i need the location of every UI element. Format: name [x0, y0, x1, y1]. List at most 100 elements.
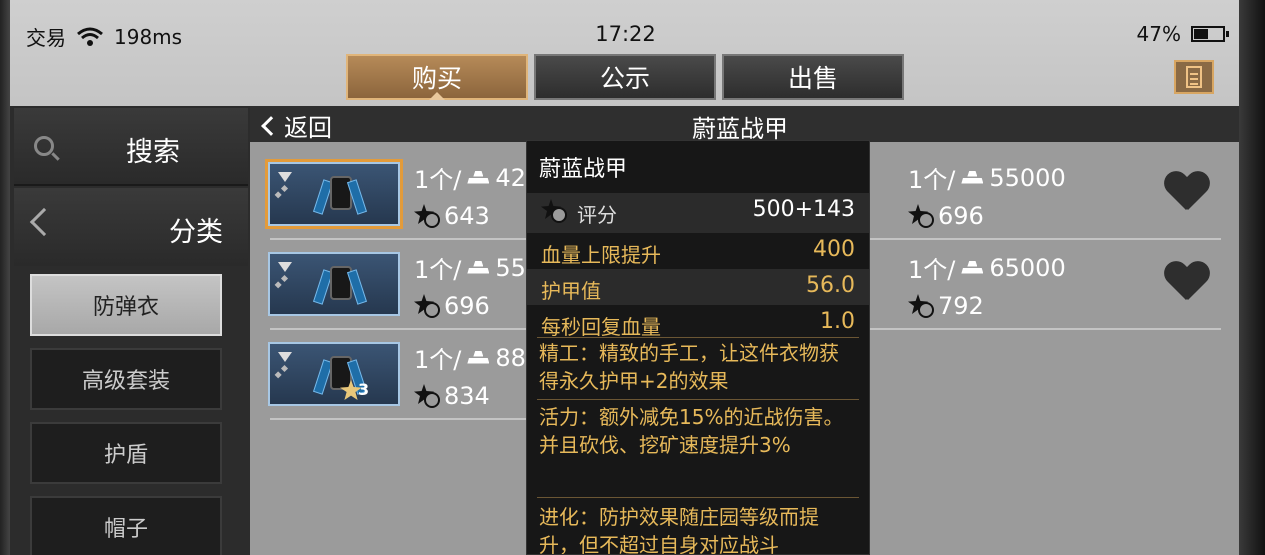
tab-announce[interactable]: 公示 [534, 54, 716, 100]
search-icon [34, 136, 54, 156]
gold-icon [961, 261, 983, 275]
trade-label: 交易 [26, 26, 66, 50]
item-thumbnail[interactable] [268, 252, 400, 316]
grade-dots-icon [280, 184, 289, 193]
armor-icon [312, 260, 368, 310]
stat-value: 1.0 [820, 309, 855, 334]
gold-icon [467, 171, 489, 185]
armor-icon [312, 170, 368, 220]
tooltip-desc-craft: 精工：精致的手工，让这件衣物获得永久护甲+2的效果 [539, 341, 839, 393]
listing-score: 643 [414, 202, 490, 230]
category-label: 分类 [169, 217, 223, 248]
listing-price: 1个/ 65000 [908, 250, 1066, 285]
listing-score: 834 [414, 382, 490, 410]
price-value: 55 [495, 253, 526, 282]
status-left: 交易 198ms [26, 22, 182, 51]
item-thumbnail[interactable] [265, 159, 403, 229]
clock: 17:22 [595, 22, 656, 46]
battery-percent: 47% [1136, 22, 1181, 46]
gold-icon [467, 351, 489, 365]
search-label: 搜索 [126, 137, 180, 168]
grade-dots-icon [280, 274, 289, 283]
tooltip-divider [537, 497, 859, 498]
quantity-text: 1个/ [414, 256, 462, 284]
score-icon [541, 199, 567, 223]
listing-price: 1个/ 88 [414, 340, 526, 375]
back-button[interactable]: 返回 [258, 108, 332, 143]
stat-value: 56.0 [806, 273, 855, 298]
main-header: 返回 蔚蓝战甲 [250, 106, 1239, 143]
gold-icon [467, 261, 489, 275]
sidebar: 搜索 分类 防弹衣 高级套装 护盾 帽子 [10, 106, 250, 555]
listing-score: 792 [908, 292, 984, 320]
diamond-icon [278, 172, 292, 182]
records-icon[interactable] [1174, 60, 1214, 94]
score-value: 696 [444, 292, 490, 320]
score-value: 696 [938, 202, 984, 230]
chevron-left-icon [29, 207, 59, 237]
favorite-heart-icon[interactable] [1164, 262, 1210, 302]
back-arrow-icon [261, 115, 281, 136]
armor-icon [312, 350, 368, 400]
listing-price: 1个/ 42 [414, 160, 526, 195]
item-tooltip: 蔚蓝战甲 评分 500+143 血量上限提升 400 护甲值 56.0 每秒回复… [526, 140, 870, 555]
tooltip-stat-row: 护甲值 56.0 [527, 269, 869, 305]
battery-icon [1191, 26, 1229, 42]
score-value: 643 [444, 202, 490, 230]
score-icon [908, 294, 934, 318]
stat-value: 400 [813, 237, 855, 262]
status-bar: 交易 198ms 17:22 47% [26, 20, 1229, 51]
quantity-text: 1个/ [908, 256, 956, 284]
listing-score: 696 [908, 202, 984, 230]
score-icon [414, 384, 440, 408]
tooltip-stat-row: 血量上限提升 400 [527, 233, 869, 269]
star-level-value: 3 [358, 380, 370, 399]
diamond-icon [278, 352, 292, 362]
price-value: 65000 [989, 253, 1066, 282]
sidebar-item-body-armor[interactable]: 防弹衣 [30, 274, 222, 336]
sidebar-item-hat[interactable]: 帽子 [30, 496, 222, 555]
price-value: 88 [495, 343, 526, 372]
quantity-text: 1个/ [414, 166, 462, 194]
stat-label: 每秒回复血量 [541, 315, 661, 339]
search-button[interactable]: 搜索 [14, 108, 248, 186]
page-title: 蔚蓝战甲 [692, 115, 788, 143]
back-label: 返回 [284, 114, 332, 142]
listing-score: 696 [414, 292, 490, 320]
wifi-icon [77, 27, 103, 46]
frame-right-edge [1239, 0, 1265, 555]
category-back-button[interactable]: 分类 [14, 188, 248, 266]
tooltip-score-value: 500+143 [752, 197, 855, 222]
gold-icon [961, 171, 983, 185]
score-value: 834 [444, 382, 490, 410]
diamond-icon [278, 262, 292, 272]
top-tabs: 购买 公示 出售 [346, 54, 904, 100]
tab-buy[interactable]: 购买 [346, 54, 528, 100]
grade-dots-icon [280, 364, 289, 373]
tooltip-desc-vitality: 活力：额外减免15%的近战伤害。并且砍伐、挖矿速度提升3% [539, 405, 844, 457]
listing-price: 1个/ 55000 [908, 160, 1066, 195]
status-right: 47% [1136, 22, 1229, 46]
item-thumbnail[interactable]: 3 [268, 342, 400, 406]
tooltip-stat-row: 每秒回复血量 1.0 [527, 305, 869, 341]
score-icon [414, 204, 440, 228]
tooltip-score-label: 评分 [577, 203, 617, 227]
quantity-text: 1个/ [908, 166, 956, 194]
ping-value: 198ms [114, 24, 183, 49]
price-value: 55000 [989, 163, 1066, 192]
score-icon [414, 294, 440, 318]
favorite-heart-icon[interactable] [1164, 172, 1210, 212]
score-value: 792 [938, 292, 984, 320]
tooltip-desc-evolve: 进化：防护效果随庄园等级而提升，但不超过自身对应战斗 [539, 505, 819, 555]
quantity-text: 1个/ [414, 346, 462, 374]
tooltip-title: 蔚蓝战甲 [539, 157, 628, 182]
tooltip-score-row: 评分 500+143 [527, 193, 869, 233]
sidebar-item-advanced-suit[interactable]: 高级套装 [30, 348, 222, 410]
sidebar-item-shield[interactable]: 护盾 [30, 422, 222, 484]
tab-sell[interactable]: 出售 [722, 54, 904, 100]
tooltip-divider [537, 399, 859, 400]
stat-label: 护甲值 [541, 279, 601, 303]
frame-left-edge [0, 0, 10, 555]
score-icon [908, 204, 934, 228]
listing-price: 1个/ 55 [414, 250, 526, 285]
